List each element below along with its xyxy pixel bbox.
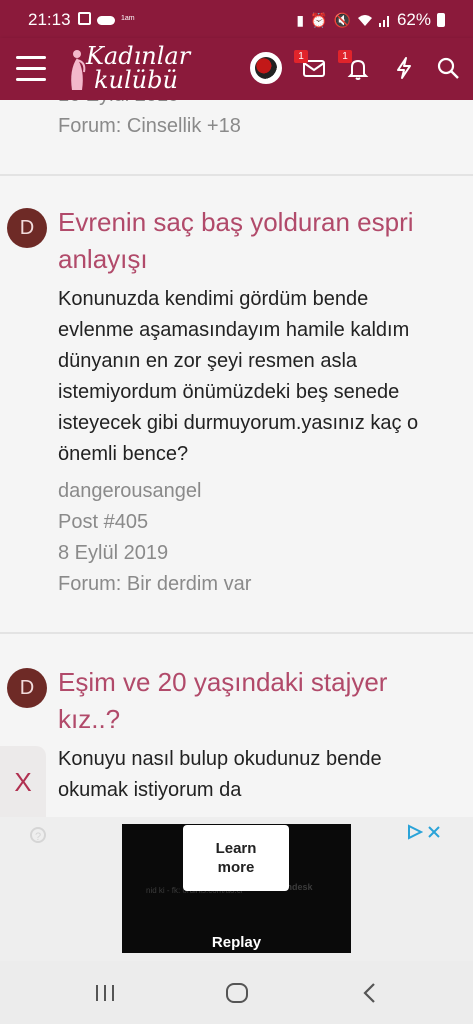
- alerts-button[interactable]: 1: [338, 50, 372, 82]
- alerts-badge: 1: [338, 50, 352, 63]
- gallery-icon: [78, 12, 91, 25]
- result-item: D Eşim ve 20 yaşındaki stajyer kız..? Ko…: [0, 634, 473, 817]
- author-avatar[interactable]: D: [7, 208, 47, 248]
- search-icon: [437, 57, 459, 79]
- ad-close-button[interactable]: X: [0, 746, 46, 818]
- ad-video[interactable]: nid ki - fk: ordinis.com/ao.cr zendesk L…: [122, 824, 351, 953]
- status-mini-label: 1am: [121, 15, 135, 22]
- post-title-line: anlayışı: [58, 244, 148, 274]
- search-results: 16 Eylül 2019 Forum: Cinsellik +18 D Evr…: [0, 100, 473, 817]
- menu-button[interactable]: [16, 56, 46, 82]
- site-logo[interactable]: Kadınlar kulübü: [66, 42, 206, 96]
- cloud-icon: [97, 15, 115, 25]
- signal-icon: [378, 16, 389, 27]
- post-title-line: Evrenin saç baş yolduran espri: [58, 207, 414, 237]
- post-date: 16 Eylül 2019: [58, 100, 241, 111]
- snippet-line: evlenme aşamasındayım hamile kaldım: [58, 319, 410, 341]
- recent-apps-icon[interactable]: [94, 981, 116, 1005]
- snippet-line: isteyecek gibi durmuyorum.yasınız kaç o: [58, 412, 419, 434]
- adchoices-button[interactable]: [407, 824, 441, 840]
- result-item: D Evrenin saç baş yolduran espri anlayış…: [0, 176, 473, 632]
- post-title-link[interactable]: Eşim ve 20 yaşındaki stajyer kız..?: [58, 664, 458, 738]
- post-forum[interactable]: Forum: Cinsellik +18: [58, 111, 241, 142]
- messages-badge: 1: [294, 50, 308, 63]
- snippet-line: Konunuzda kendimi gördüm bende: [58, 288, 369, 310]
- back-icon[interactable]: [360, 981, 380, 1005]
- post-number[interactable]: Post #405: [58, 507, 251, 538]
- ad-banner: ? nid ki - fk: ordinis.com/ao.cr zendesk…: [0, 817, 473, 961]
- post-title-line: Eşim ve 20 yaşındaki stajyer: [58, 667, 388, 697]
- ad-close-icon: [428, 826, 440, 838]
- post-title-link[interactable]: Evrenin saç baş yolduran espri anlayışı: [58, 204, 458, 278]
- logo-figure-icon: [71, 50, 86, 90]
- battery-saver-icon: ▮: [296, 11, 305, 28]
- mute-icon: 🔇: [333, 11, 351, 28]
- app-header: Kadınlar kulübü 1 1: [0, 38, 473, 100]
- learn-more-line: Learn: [215, 840, 257, 857]
- learn-more-button[interactable]: Learn more: [183, 825, 289, 891]
- result-item: 16 Eylül 2019 Forum: Cinsellik +18: [0, 100, 473, 174]
- replay-button[interactable]: Replay: [122, 934, 351, 951]
- snippet-line: önemli bence?: [58, 443, 189, 465]
- logo-line-1: Kadınlar: [86, 42, 191, 70]
- post-snippet: Konunuzda kendimi gördüm bende evlenme a…: [58, 284, 466, 470]
- messages-button[interactable]: 1: [294, 50, 328, 82]
- post-title-line: kız..?: [58, 704, 121, 734]
- logo-line-2: kulübü: [94, 66, 178, 94]
- user-avatar[interactable]: [250, 52, 282, 84]
- ad-help-icon[interactable]: ?: [30, 827, 46, 843]
- whats-new-button[interactable]: [390, 54, 418, 82]
- snippet-line: Konuyu nasıl bulup okudunuz bende: [58, 748, 382, 770]
- system-nav-bar: [0, 961, 473, 1024]
- battery-percent: 62%: [396, 10, 431, 29]
- battery-icon: [437, 13, 445, 27]
- lightning-icon: [397, 57, 411, 79]
- search-button[interactable]: [434, 54, 462, 82]
- post-author[interactable]: dangerousangel: [58, 476, 251, 507]
- adchoices-play-icon: [408, 824, 423, 840]
- post-forum[interactable]: Forum: Bir derdim var: [58, 569, 251, 600]
- post-date: 8 Eylül 2019: [58, 542, 169, 564]
- snippet-line: istemiyordum önümüzdeki beş senede: [58, 381, 400, 403]
- alarm-icon: ⏰: [310, 11, 328, 28]
- status-time: 21:13: [28, 10, 71, 29]
- snippet-line: dünyanın en zor şeyi resmen asla: [58, 350, 358, 372]
- post-snippet: Konuyu nasıl bulup okudunuz bende okumak…: [58, 744, 466, 806]
- snippet-line: okumak istiyorum da: [58, 779, 242, 801]
- home-icon[interactable]: [225, 981, 249, 1005]
- author-avatar[interactable]: D: [7, 668, 47, 708]
- status-bar: 21:13 1am ▮ ⏰ 🔇 62%: [0, 0, 473, 38]
- wifi-icon: [357, 15, 372, 26]
- learn-more-line: more: [217, 859, 255, 876]
